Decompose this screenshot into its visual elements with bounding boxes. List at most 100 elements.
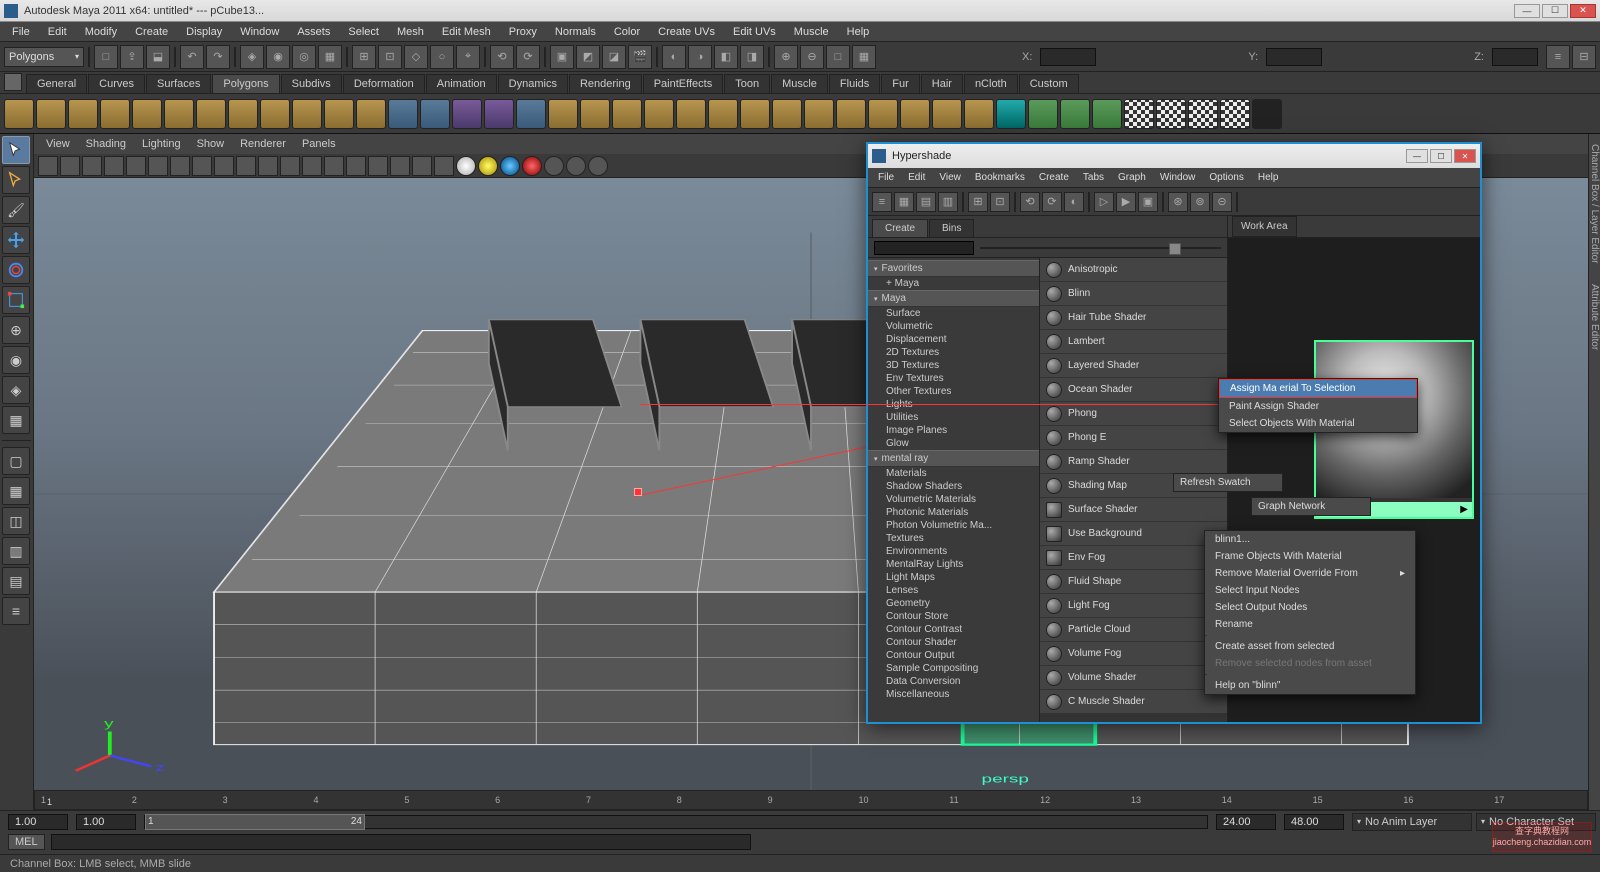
menu-set-selector[interactable]: Polygons xyxy=(4,47,84,67)
hs-icon[interactable]: ≡ xyxy=(872,192,892,212)
shelf-icon[interactable] xyxy=(1220,99,1250,129)
misc-icon[interactable]: ◨ xyxy=(740,45,764,69)
shelf-icon[interactable] xyxy=(900,99,930,129)
menu-proxy[interactable]: Proxy xyxy=(501,24,545,40)
view-toolbar-icon[interactable] xyxy=(390,156,410,176)
hypershade-close[interactable]: ✕ xyxy=(1454,149,1476,163)
tree-item[interactable]: Light Maps xyxy=(868,571,1039,584)
view-toolbar-icon[interactable] xyxy=(258,156,278,176)
hypershade-search-input[interactable] xyxy=(874,241,974,255)
ctx-create-asset-item[interactable]: Create asset from selected xyxy=(1205,638,1415,655)
shelf-tab-dynamics[interactable]: Dynamics xyxy=(498,74,568,93)
move-tool-icon[interactable] xyxy=(2,226,30,254)
shelf-tab-fur[interactable]: Fur xyxy=(881,74,920,93)
refresh-swatch-item[interactable]: Refresh Swatch xyxy=(1173,473,1283,492)
shader-item[interactable]: Phong E xyxy=(1040,426,1227,450)
hypershade-maximize[interactable]: ☐ xyxy=(1430,149,1452,163)
hypershade-tree[interactable]: Favorites+ MayaMayaSurfaceVolumetricDisp… xyxy=(868,258,1040,722)
tree-item[interactable]: Glow xyxy=(868,437,1039,450)
shelf-tab-custom[interactable]: Custom xyxy=(1019,74,1079,93)
hs-icon[interactable]: ⊝ xyxy=(1212,192,1232,212)
tree-item[interactable]: Image Planes xyxy=(868,424,1039,437)
hs-menu-help[interactable]: Help xyxy=(1252,170,1285,185)
y-input[interactable] xyxy=(1266,48,1322,66)
time-ruler[interactable]: 1 1234567891011121314151617 xyxy=(34,790,1588,810)
view-menu-panels[interactable]: Panels xyxy=(296,136,342,152)
range-start-input[interactable]: 1.00 xyxy=(8,814,68,830)
redo-icon[interactable]: ↷ xyxy=(206,45,230,69)
misc-icon[interactable]: ◐ xyxy=(662,45,686,69)
misc-icon[interactable]: ⊕ xyxy=(774,45,798,69)
tree-item[interactable]: 3D Textures xyxy=(868,359,1039,372)
tree-item[interactable]: Photon Volumetric Ma... xyxy=(868,519,1039,532)
hs-menu-file[interactable]: File xyxy=(872,170,900,185)
hs-icon[interactable]: ⊛ xyxy=(1168,192,1188,212)
shelf-icon[interactable] xyxy=(356,99,386,129)
menu-mesh[interactable]: Mesh xyxy=(389,24,432,40)
shelf-icon[interactable] xyxy=(740,99,770,129)
select-tool-icon[interactable] xyxy=(2,136,30,164)
side-toggle-icon[interactable]: ⊟ xyxy=(1572,45,1596,69)
shelf-icon[interactable] xyxy=(4,99,34,129)
view-toolbar-icon[interactable] xyxy=(412,156,432,176)
misc-icon[interactable]: ◑ xyxy=(688,45,712,69)
shelf-tab-painteffects[interactable]: PaintEffects xyxy=(643,74,724,93)
shelf-tab-general[interactable]: General xyxy=(26,74,87,93)
shelf-tab-rendering[interactable]: Rendering xyxy=(569,74,642,93)
select-objects-with-material-item[interactable]: Select Objects With Material xyxy=(1219,415,1417,432)
shelf-icon[interactable] xyxy=(36,99,66,129)
shelf-icon[interactable] xyxy=(100,99,130,129)
shader-item[interactable]: Particle Cloud xyxy=(1040,618,1227,642)
channel-box-tab[interactable]: Channel Box / Layer Editor xyxy=(1589,144,1600,264)
script-lang-toggle[interactable]: MEL xyxy=(8,834,45,850)
menu-help[interactable]: Help xyxy=(839,24,878,40)
shelf-options-icon[interactable] xyxy=(4,73,22,91)
view-toolbar-icon[interactable] xyxy=(104,156,124,176)
view-toolbar-icon[interactable] xyxy=(434,156,454,176)
view-toolbar-icon[interactable] xyxy=(544,156,564,176)
shelf-icon[interactable] xyxy=(324,99,354,129)
menu-create-uvs[interactable]: Create UVs xyxy=(650,24,723,40)
menu-edit[interactable]: Edit xyxy=(40,24,75,40)
hs-icon[interactable]: ▷ xyxy=(1094,192,1114,212)
view-toolbar-icon[interactable] xyxy=(478,156,498,176)
lasso-tool-icon[interactable] xyxy=(2,166,30,194)
sel-mask-icon[interactable]: ◎ xyxy=(292,45,316,69)
shader-item[interactable]: Light Fog xyxy=(1040,594,1227,618)
hs-menu-options[interactable]: Options xyxy=(1203,170,1249,185)
node-output-icon[interactable]: ▶ xyxy=(1460,504,1468,515)
menu-display[interactable]: Display xyxy=(178,24,230,40)
hs-tab-bins[interactable]: Bins xyxy=(929,219,974,237)
shader-item[interactable]: Surface Shader xyxy=(1040,498,1227,522)
shelf-icon[interactable] xyxy=(548,99,578,129)
rotate-tool-icon[interactable] xyxy=(2,256,30,284)
ctx-frame-objects-item[interactable]: Frame Objects With Material xyxy=(1205,548,1415,565)
hs-menu-window[interactable]: Window xyxy=(1154,170,1202,185)
view-toolbar-icon[interactable] xyxy=(126,156,146,176)
shader-item[interactable]: Fluid Shape xyxy=(1040,570,1227,594)
tree-item[interactable]: Materials xyxy=(868,467,1039,480)
tree-item[interactable]: Other Textures xyxy=(868,385,1039,398)
tree-item[interactable]: Data Conversion xyxy=(868,675,1039,688)
shelf-icon[interactable] xyxy=(1252,99,1282,129)
command-input[interactable] xyxy=(51,834,751,850)
hs-menu-tabs[interactable]: Tabs xyxy=(1077,170,1110,185)
shelf-icon[interactable] xyxy=(708,99,738,129)
view-toolbar-icon[interactable] xyxy=(588,156,608,176)
window-minimize[interactable]: — xyxy=(1514,4,1540,18)
menu-edit-uvs[interactable]: Edit UVs xyxy=(725,24,784,40)
view-menu-show[interactable]: Show xyxy=(191,136,231,152)
shelf-tab-toon[interactable]: Toon xyxy=(724,74,770,93)
view-toolbar-icon[interactable] xyxy=(566,156,586,176)
view-menu-view[interactable]: View xyxy=(40,136,76,152)
view-toolbar-icon[interactable] xyxy=(148,156,168,176)
x-input[interactable] xyxy=(1040,48,1096,66)
misc-icon[interactable]: ▦ xyxy=(852,45,876,69)
shelf-icon[interactable] xyxy=(196,99,226,129)
side-toggle-icon[interactable]: ≡ xyxy=(1546,45,1570,69)
view-toolbar-icon[interactable] xyxy=(82,156,102,176)
paint-select-tool-icon[interactable]: 🖌 xyxy=(2,196,30,224)
view-toolbar-icon[interactable] xyxy=(170,156,190,176)
hs-menu-bookmarks[interactable]: Bookmarks xyxy=(969,170,1031,185)
view-toolbar-icon[interactable] xyxy=(60,156,80,176)
